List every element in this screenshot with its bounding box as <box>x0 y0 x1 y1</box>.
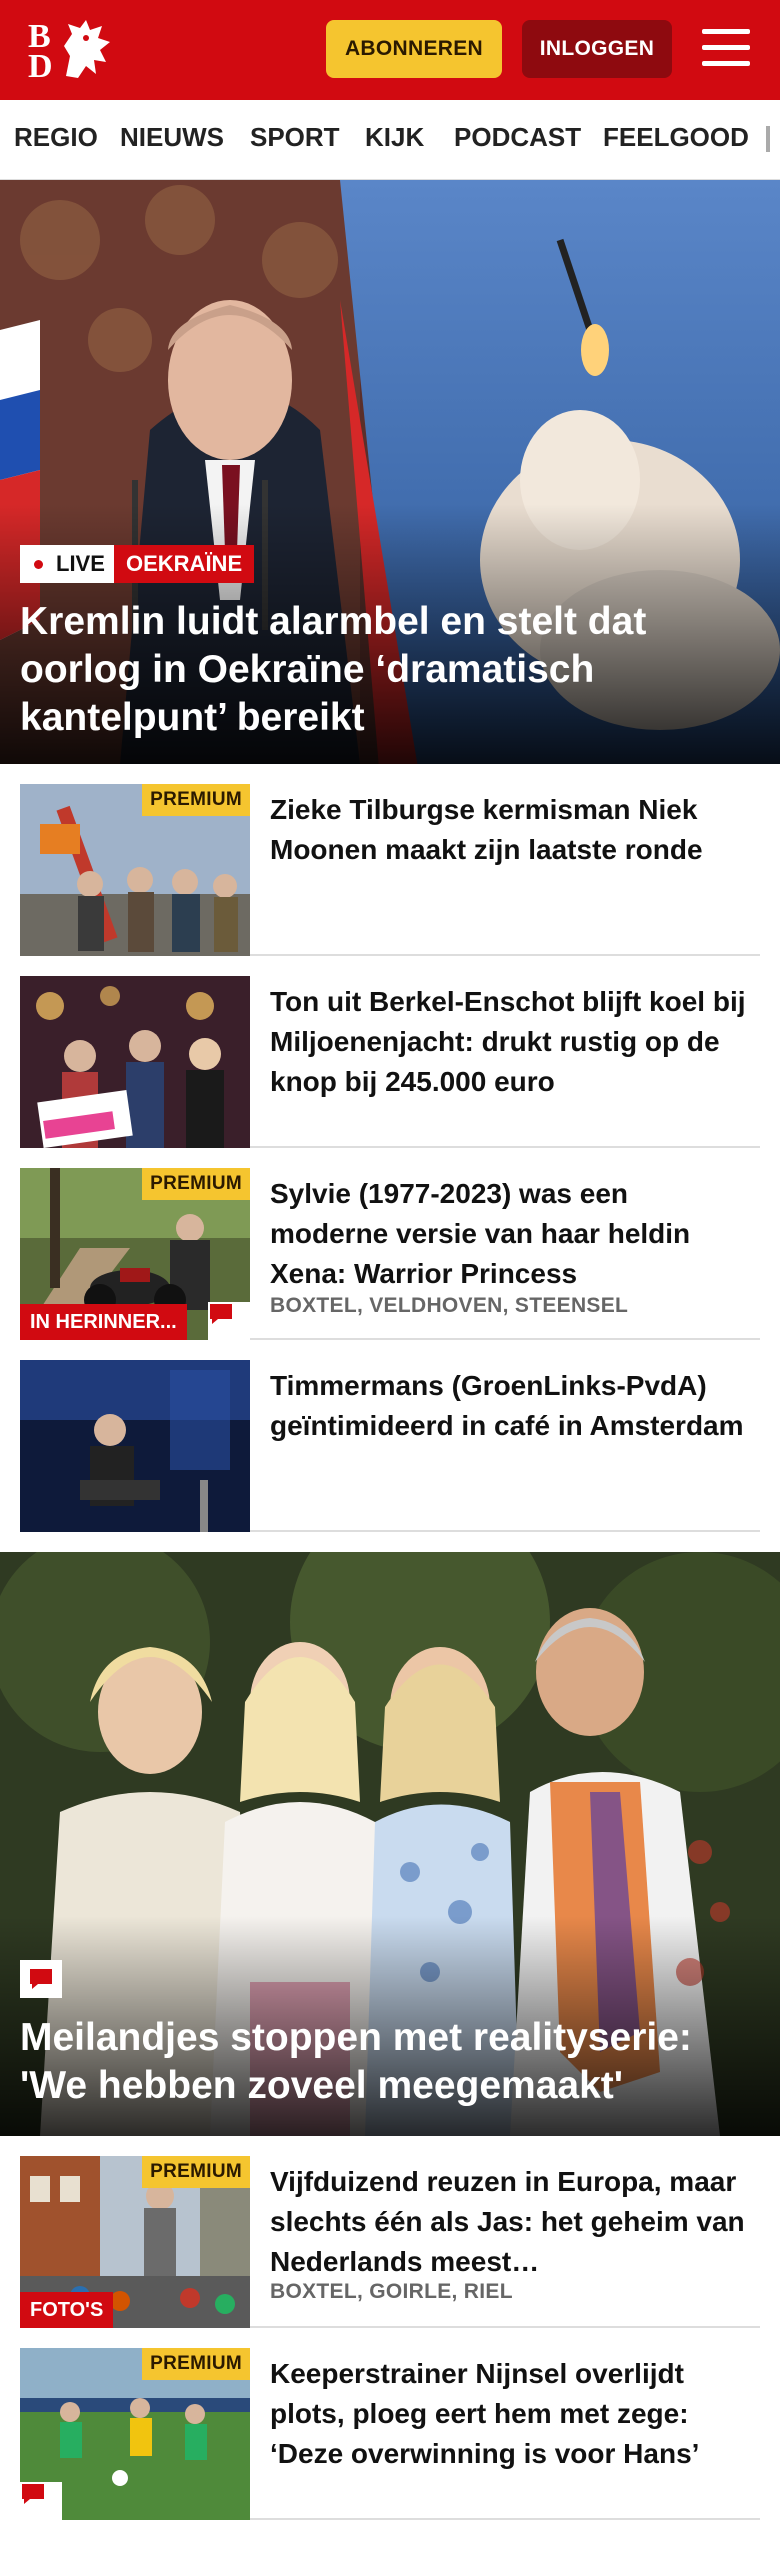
article-thumbnail: PREMIUM <box>20 2348 250 2520</box>
list-item[interactable]: PREMIUM FOTO'S Vijfduizend reuzen in Eur… <box>20 2136 760 2328</box>
comment-icon <box>208 1302 250 1340</box>
hero-title[interactable]: Kremlin luidt alarmbel en stelt dat oorl… <box>20 598 760 742</box>
article-thumbnail: PREMIUM FOTO'S <box>20 2156 250 2328</box>
nav-item-podcast[interactable]: PODCAST <box>454 122 581 153</box>
nav-item-sport[interactable]: SPORT <box>250 122 340 153</box>
live-label: LIVE <box>56 551 105 576</box>
top-bar: B D ABONNEREN INLOGGEN <box>0 0 780 100</box>
hamburger-icon[interactable] <box>700 26 752 70</box>
article-title[interactable]: Vijfduizend reuzen in Europa, maar slech… <box>270 2162 750 2282</box>
premium-badge: PREMIUM <box>142 2348 250 2380</box>
nav-overflow-indicator <box>766 126 770 152</box>
list-item[interactable]: PREMIUM IN HERINNER... Sylvie (1977-2023… <box>20 1148 760 1340</box>
list-item[interactable]: PREMIUM Zieke Tilburgse kermisman Niek M… <box>20 764 760 956</box>
live-badge: LIVE <box>20 545 117 583</box>
comment-icon <box>20 1960 62 1998</box>
premium-badge: PREMIUM <box>142 784 250 816</box>
article-locations: BOXTEL, GOIRLE, RIEL <box>270 2280 513 2303</box>
article-thumbnail: PREMIUM IN HERINNER... <box>20 1168 250 1340</box>
article-title[interactable]: Zieke Tilburgse kermisman Niek Moonen ma… <box>270 790 750 870</box>
article-title[interactable]: Ton uit Berkel-Enschot blijft koel bij M… <box>270 982 750 1102</box>
article-title[interactable]: Sylvie (1977-2023) was een moderne versi… <box>270 1174 750 1294</box>
section-nav: REGIO NIEUWS SPORT KIJK PODCAST FEELGOOD <box>0 100 780 180</box>
memoriam-tag: IN HERINNER... <box>20 1304 187 1340</box>
live-dot-icon <box>34 560 43 569</box>
login-button[interactable]: INLOGGEN <box>522 20 672 78</box>
topic-badge[interactable]: OEKRAÏNE <box>114 545 255 583</box>
nav-item-regio[interactable]: REGIO <box>14 122 98 153</box>
nav-item-feelgood[interactable]: FEELGOOD <box>603 122 749 153</box>
feature-article[interactable]: Meilandjes stoppen met realityserie: 'We… <box>0 1552 780 2136</box>
logo-letter-d: D <box>28 48 53 85</box>
site-logo[interactable]: B D <box>22 16 118 85</box>
premium-badge: PREMIUM <box>142 1168 250 1200</box>
comment-icon <box>20 2482 62 2520</box>
article-thumbnail: PREMIUM <box>20 784 250 956</box>
list-item[interactable]: Timmermans (GroenLinks-PvdA) geïntimidee… <box>20 1340 760 1532</box>
list-item[interactable]: Ton uit Berkel-Enschot blijft koel bij M… <box>20 956 760 1148</box>
list-item[interactable]: PREMIUM Keeperstrainer Nijnsel overlijdt… <box>20 2328 760 2520</box>
feature-title[interactable]: Meilandjes stoppen met realityserie: 'We… <box>20 2014 760 2110</box>
article-title[interactable]: Timmermans (GroenLinks-PvdA) geïntimidee… <box>270 1366 750 1446</box>
nav-item-kijk[interactable]: KIJK <box>365 122 424 153</box>
article-title[interactable]: Keeperstrainer Nijnsel overlijdt plots, … <box>270 2354 750 2474</box>
article-locations: BOXTEL, VELDHOVEN, STEENSEL <box>270 1294 629 1317</box>
article-thumbnail <box>20 1360 250 1532</box>
nav-item-nieuws[interactable]: NIEUWS <box>120 122 224 153</box>
photos-tag: FOTO'S <box>20 2292 114 2328</box>
subscribe-button[interactable]: ABONNEREN <box>326 20 502 78</box>
hero-article[interactable]: LIVE OEKRAÏNE Kremlin luidt alarmbel en … <box>0 180 780 764</box>
lion-icon <box>64 20 110 78</box>
premium-badge: PREMIUM <box>142 2156 250 2188</box>
article-thumbnail <box>20 976 250 1148</box>
